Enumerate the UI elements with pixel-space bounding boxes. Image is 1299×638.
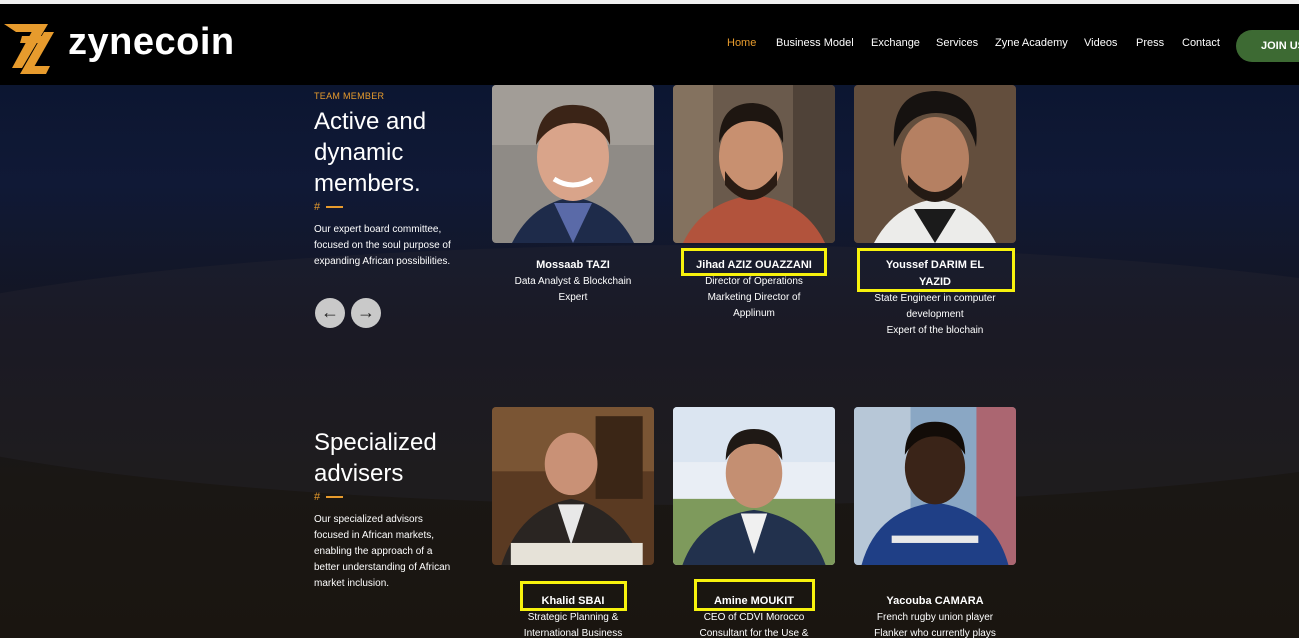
member-role-line: Director of Operations (705, 276, 803, 287)
member-role-line: Expert (558, 292, 588, 303)
nav-home[interactable]: Home (727, 37, 756, 49)
advisers-description-line: enabling the approach of a (314, 546, 433, 557)
nav-services[interactable]: Services (936, 37, 978, 49)
adviser-photo (492, 407, 654, 565)
team-description-line: Our expert board committee, (314, 224, 442, 235)
advisers-divider: # (314, 491, 474, 503)
member-role-line: Applinum (733, 308, 775, 319)
team-content: TEAM MEMBER Active and dynamic members. … (0, 85, 1299, 638)
member-role-line: Data Analyst & Blockchain (514, 276, 632, 287)
member-name: Mossaab TAZI (536, 259, 610, 271)
team-description-line: expanding African possibilities. (314, 256, 451, 267)
nav-exchange[interactable]: Exchange (871, 37, 920, 49)
member-photo (673, 85, 835, 243)
advisers-description-line: market inclusion. (314, 578, 390, 589)
member-role-line: Expert of the blochain (886, 325, 984, 336)
member-photo (492, 85, 654, 243)
advisers-description-line: focused in African markets, (314, 530, 435, 541)
nav-press[interactable]: Press (1136, 37, 1164, 49)
divider-hash: # (314, 491, 321, 503)
site-header: zynecoin Home Business Model Exchange Se… (0, 4, 1299, 85)
advisers-heading-line: Specialized (314, 429, 437, 456)
team-divider: # (314, 201, 474, 213)
team-kicker: TEAM MEMBER (314, 91, 385, 101)
nav-contact[interactable]: Contact (1182, 37, 1220, 49)
arrow-right-icon[interactable]: → (351, 298, 381, 328)
adviser-role-line: Consultant for the Use & (699, 628, 809, 638)
join-us-button[interactable]: JOIN US (1236, 30, 1299, 62)
divider-hash: # (314, 201, 321, 213)
member-role-line: development (906, 309, 964, 320)
nav-videos[interactable]: Videos (1084, 37, 1117, 49)
highlight-box (520, 581, 627, 611)
adviser-photo (854, 407, 1016, 565)
team-description-line: focused on the soul purpose of (314, 240, 451, 251)
highlight-box (694, 579, 815, 611)
team-heading: Active and dynamic members. (314, 106, 474, 199)
team-heading-line: dynamic (314, 139, 404, 166)
advisers-heading-line: advisers (314, 460, 404, 487)
advisers-intro: Specialized advisers # Our specialized a… (314, 427, 474, 592)
advisers-heading: Specialized advisers (314, 427, 474, 489)
member-role-line: State Engineer in computer (874, 293, 996, 304)
advisers-description: Our specialized advisors focused in Afri… (314, 512, 474, 592)
adviser-role-line: International Business (523, 628, 623, 638)
highlight-box (857, 248, 1015, 292)
adviser-role-line: French rugby union player (876, 612, 994, 623)
member-photo (854, 85, 1016, 243)
team-description: Our expert board committee, focused on t… (314, 222, 474, 270)
adviser-role-line: Strategic Planning & (527, 612, 619, 623)
team-heading-line: Active and (314, 108, 427, 135)
advisers-description-line: better understanding of African (314, 562, 451, 573)
advisers-description-line: Our specialized advisors (314, 514, 423, 525)
adviser-photo (673, 407, 835, 565)
main-nav: Home Business Model Exchange Services Zy… (0, 37, 1299, 57)
nav-zyne-academy[interactable]: Zyne Academy (995, 37, 1068, 49)
adviser-role-line: Flanker who currently plays (874, 628, 996, 638)
nav-business-model[interactable]: Business Model (776, 37, 854, 49)
adviser-role-line: CEO of CDVI Morocco (703, 612, 805, 623)
adviser-name: Yacouba CAMARA (886, 595, 984, 607)
arrow-left-icon[interactable]: ← (315, 298, 345, 328)
team-heading-line: members. (314, 170, 421, 197)
highlight-box (681, 248, 827, 276)
member-role-line: Marketing Director of (707, 292, 801, 303)
team-intro: TEAM MEMBER Active and dynamic members. … (314, 91, 474, 270)
